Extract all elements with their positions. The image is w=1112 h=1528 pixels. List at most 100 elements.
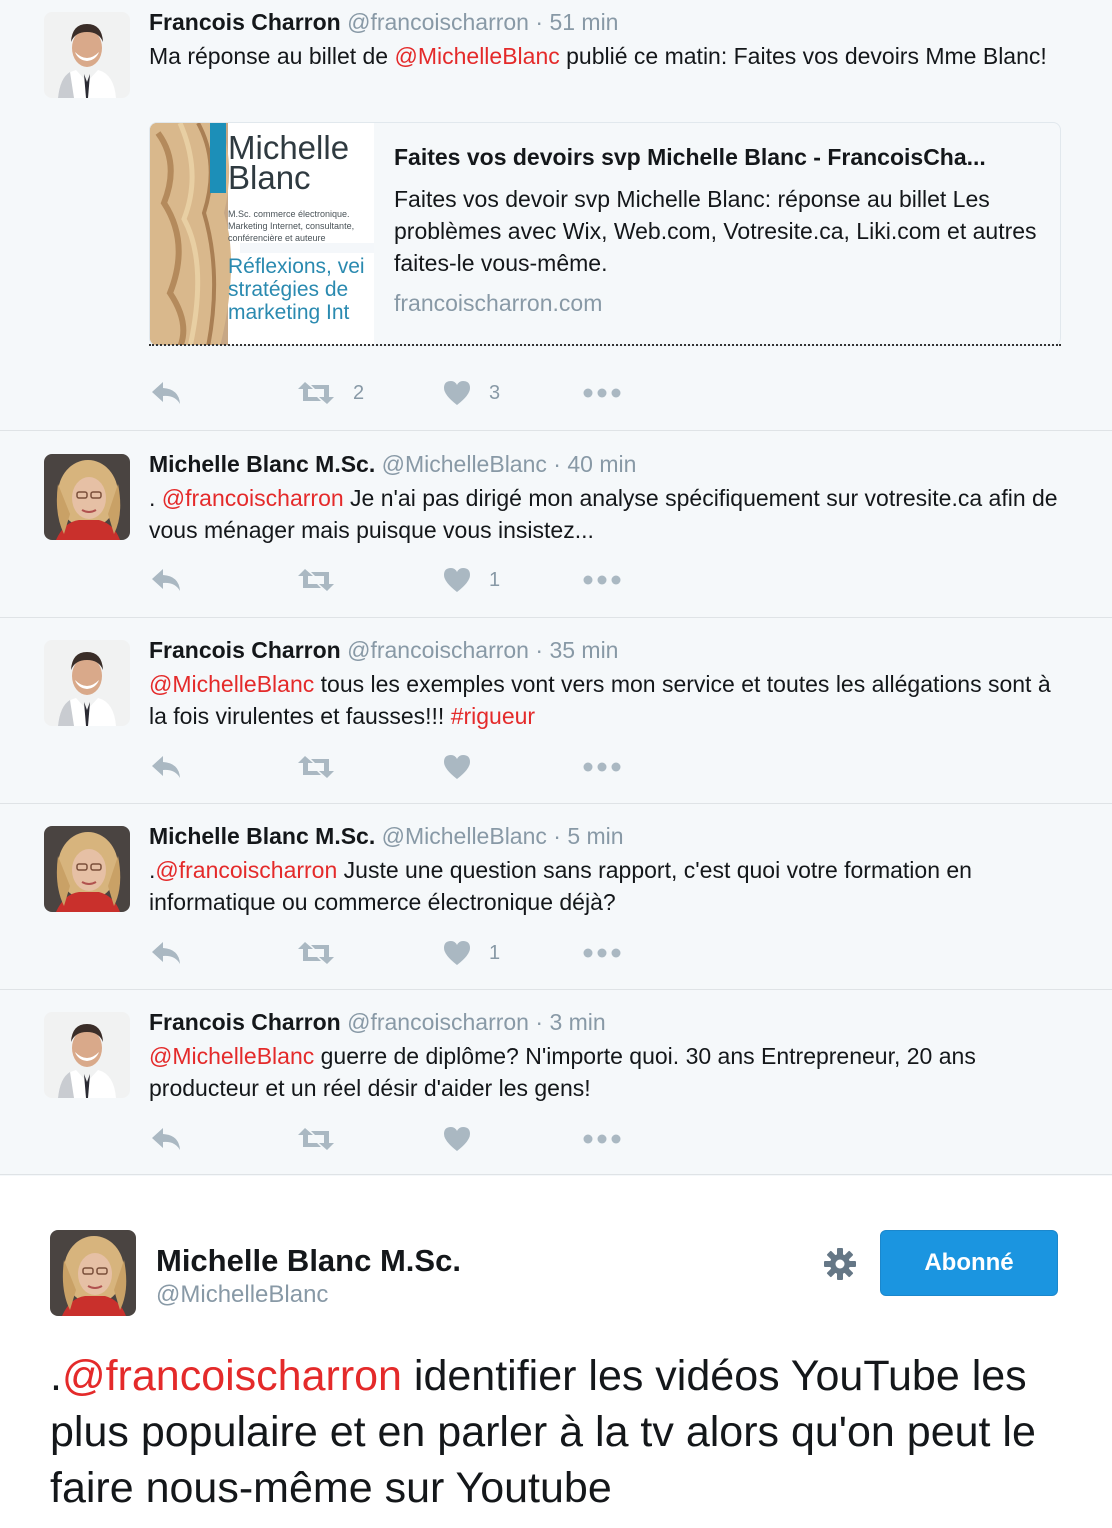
- text-segment: .: [149, 485, 162, 511]
- retweet-button[interactable]: [297, 938, 353, 968]
- tweet[interactable]: Michelle Blanc M.Sc. @MichelleBlanc · 40…: [0, 431, 1112, 618]
- card-image-tag3: marketing Int: [228, 301, 350, 324]
- text-segment: .: [50, 1352, 62, 1400]
- reply-button[interactable]: [149, 752, 183, 782]
- avatar[interactable]: [44, 454, 130, 540]
- tweet[interactable]: Francois Charron @francoischarron · 3 mi…: [0, 990, 1112, 1175]
- card-description: Faites vos devoir svp Michelle Blanc: ré…: [394, 186, 1037, 276]
- separator: ·: [553, 451, 561, 477]
- mention-link[interactable]: @francoischarron: [162, 485, 344, 511]
- more-button[interactable]: [583, 1124, 621, 1154]
- reply-icon: [152, 756, 180, 778]
- card-image-sub3: conférencière et auteure: [228, 233, 326, 243]
- tweet-text: @MichelleBlanc guerre de diplôme? N'impo…: [149, 1040, 1072, 1104]
- mention-link[interactable]: @francoischarron: [62, 1352, 402, 1400]
- heart-icon: [444, 755, 470, 779]
- more-icon: [583, 762, 621, 772]
- heart-icon: [444, 941, 470, 965]
- author-name[interactable]: Michelle Blanc M.Sc.: [149, 823, 375, 849]
- tweet[interactable]: Francois Charron @francoischarron · 51 m…: [0, 0, 1112, 431]
- mention-link[interactable]: @MichelleBlanc: [395, 43, 560, 69]
- retweet-count: 2: [353, 381, 365, 404]
- retweet-button[interactable]: 2: [297, 378, 364, 408]
- author-name[interactable]: Michelle Blanc M.Sc.: [156, 1242, 461, 1280]
- separator: ·: [553, 823, 561, 849]
- reply-button[interactable]: [149, 378, 183, 408]
- like-count: 1: [489, 941, 501, 964]
- tweet-text: @MichelleBlanc tous les exemples vont ve…: [149, 668, 1072, 732]
- tweet-text: . @francoischarron Je n'ai pas dirigé mo…: [149, 482, 1072, 546]
- tweet[interactable]: Michelle Blanc M.Sc. @MichelleBlanc · 5 …: [0, 804, 1112, 990]
- more-icon: [583, 1134, 621, 1144]
- retweet-button[interactable]: [297, 752, 353, 782]
- card-image-sub1: M.Sc. commerce électronique.: [228, 209, 350, 219]
- reply-icon: [152, 1128, 180, 1150]
- avatar[interactable]: [44, 1012, 130, 1098]
- text-segment: Ma réponse au billet de: [149, 43, 395, 69]
- author-handle[interactable]: @francoischarron: [347, 1009, 529, 1035]
- reply-icon: [152, 569, 180, 591]
- reply-button[interactable]: [149, 938, 183, 968]
- reply-button[interactable]: [149, 1124, 183, 1154]
- retweet-icon: [298, 1128, 334, 1150]
- tweet-time[interactable]: 3 min: [549, 1009, 605, 1035]
- author-handle[interactable]: @MichelleBlanc: [382, 451, 547, 477]
- author-name[interactable]: Francois Charron: [149, 9, 341, 35]
- mention-link[interactable]: @MichelleBlanc: [149, 1043, 314, 1069]
- retweet-icon: [298, 569, 334, 591]
- retweet-icon: [298, 756, 334, 778]
- avatar[interactable]: [50, 1230, 136, 1316]
- mention-link[interactable]: @MichelleBlanc: [149, 671, 314, 697]
- like-button[interactable]: 3: [443, 378, 500, 408]
- tweet-text: .@francoischarron identifier les vidéos …: [50, 1348, 1070, 1516]
- retweet-button[interactable]: [297, 565, 353, 595]
- author-handle[interactable]: @MichelleBlanc: [382, 823, 547, 849]
- like-count: 1: [489, 568, 501, 591]
- card-image: Michelle Blanc M.Sc. commerce électroniq…: [150, 123, 374, 345]
- retweet-button[interactable]: [297, 1124, 353, 1154]
- more-button[interactable]: [583, 565, 621, 595]
- more-button[interactable]: [583, 752, 621, 782]
- featured-tweet[interactable]: Michelle Blanc M.Sc. @MichelleBlanc Abon…: [0, 1176, 1112, 1528]
- more-button[interactable]: [583, 938, 621, 968]
- card-image-sub2: Marketing Internet, consultante,: [228, 221, 354, 231]
- tweet-time[interactable]: 40 min: [567, 451, 636, 477]
- avatar[interactable]: [44, 826, 130, 912]
- reply-icon: [152, 382, 180, 404]
- gear-icon[interactable]: [822, 1246, 858, 1282]
- card-domain[interactable]: francoischarron.com: [394, 287, 1044, 319]
- heart-icon: [444, 1127, 470, 1151]
- like-button[interactable]: 1: [443, 565, 500, 595]
- hashtag-link[interactable]: #rigueur: [451, 703, 535, 729]
- card-title[interactable]: Faites vos devoirs svp Michelle Blanc - …: [394, 141, 1044, 173]
- author-handle[interactable]: @francoischarron: [347, 9, 529, 35]
- author-handle[interactable]: @MichelleBlanc: [156, 1280, 328, 1310]
- author-name[interactable]: Michelle Blanc M.Sc.: [149, 451, 375, 477]
- tweet-time[interactable]: 5 min: [567, 823, 623, 849]
- like-count: 3: [489, 381, 501, 404]
- tweet[interactable]: Francois Charron @francoischarron · 35 m…: [0, 618, 1112, 804]
- more-icon: [583, 948, 621, 958]
- card-image-name2: Blanc: [228, 159, 311, 196]
- link-card[interactable]: Michelle Blanc M.Sc. commerce électroniq…: [149, 122, 1061, 346]
- author-name[interactable]: Francois Charron: [149, 1009, 341, 1035]
- avatar[interactable]: [44, 12, 130, 98]
- more-button[interactable]: [583, 378, 621, 408]
- like-button[interactable]: [443, 752, 489, 782]
- tweet-time[interactable]: 35 min: [549, 637, 618, 663]
- card-image-tag1: Réflexions, vei: [228, 255, 365, 278]
- tweet-time[interactable]: 51 min: [549, 9, 618, 35]
- card-image-tag2: stratégies de: [228, 278, 348, 301]
- author-handle[interactable]: @francoischarron: [347, 637, 529, 663]
- tweet-text: Ma réponse au billet de @MichelleBlanc p…: [149, 40, 1072, 72]
- like-button[interactable]: [443, 1124, 489, 1154]
- heart-icon: [444, 568, 470, 592]
- retweet-icon: [298, 382, 334, 404]
- like-button[interactable]: 1: [443, 938, 500, 968]
- reply-button[interactable]: [149, 565, 183, 595]
- tweet-text: .@francoischarron Juste une question san…: [149, 854, 1072, 918]
- avatar[interactable]: [44, 640, 130, 726]
- follow-button[interactable]: Abonné: [880, 1230, 1058, 1296]
- mention-link[interactable]: @francoischarron: [155, 857, 337, 883]
- author-name[interactable]: Francois Charron: [149, 637, 341, 663]
